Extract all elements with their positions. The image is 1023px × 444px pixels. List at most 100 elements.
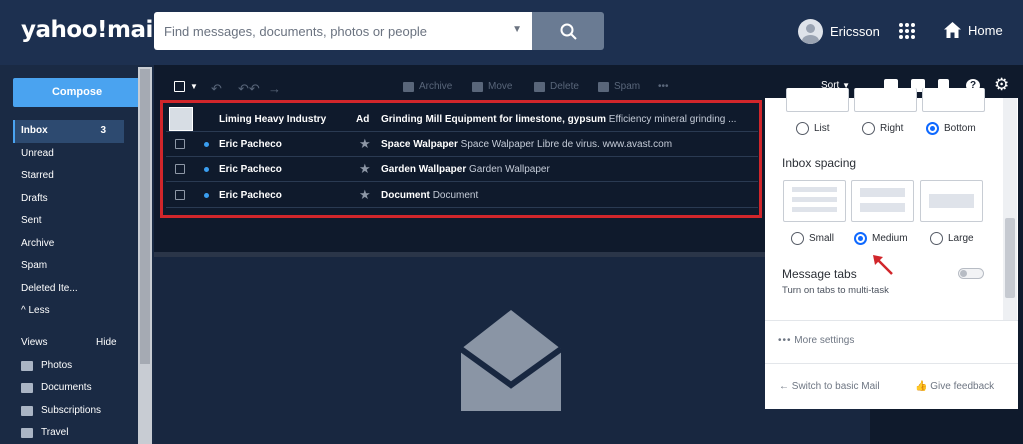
- sidebar-item-drafts[interactable]: Drafts: [13, 188, 124, 211]
- unread-count: 3: [100, 125, 106, 136]
- delete-button[interactable]: Delete: [534, 81, 579, 92]
- view-label: Subscriptions: [41, 405, 102, 416]
- document-icon: [21, 382, 33, 393]
- sidebar-item-sent[interactable]: Sent: [13, 210, 124, 233]
- sidebar-item-archive[interactable]: Archive: [13, 233, 124, 256]
- basic-mail-label: Switch to basic Mail: [791, 381, 880, 392]
- divider: [765, 363, 1018, 364]
- reply-all-icon[interactable]: ↶↶: [238, 81, 260, 97]
- radio-button[interactable]: [930, 232, 943, 245]
- pane-option-right[interactable]: Right: [862, 122, 903, 135]
- sidebar-item-deleted[interactable]: Deleted Ite...: [13, 278, 124, 301]
- search-input[interactable]: Find messages, documents, photos or peop…: [154, 12, 532, 50]
- scrollbar-thumb[interactable]: [140, 69, 150, 364]
- radio-label: Large: [948, 233, 974, 244]
- inbox-spacing-title: Inbox spacing: [782, 156, 857, 170]
- reply-icon[interactable]: ↶: [211, 81, 222, 97]
- hide-views-link[interactable]: Hide: [96, 337, 117, 348]
- travel-icon: [21, 427, 33, 438]
- settings-scrollbar[interactable]: [1003, 98, 1017, 320]
- more-settings-label: More settings: [794, 335, 855, 346]
- spacing-tile-small[interactable]: [783, 180, 846, 222]
- user-menu[interactable]: Ericsson: [798, 19, 880, 44]
- basic-mail-link[interactable]: ← Switch to basic Mail: [779, 381, 880, 392]
- view-documents[interactable]: Documents: [21, 382, 92, 393]
- radio-label: Bottom: [944, 123, 976, 134]
- move-button[interactable]: Move: [472, 81, 512, 92]
- spacing-option-large[interactable]: Large: [930, 232, 974, 245]
- radio-button[interactable]: [854, 232, 867, 245]
- radio-label: Small: [809, 233, 835, 244]
- search-button[interactable]: [532, 12, 604, 50]
- radio-button[interactable]: [862, 122, 875, 135]
- views-label: Views: [21, 337, 48, 348]
- sidebar-item-unread[interactable]: Unread: [13, 143, 124, 166]
- radio-button[interactable]: [796, 122, 809, 135]
- gear-icon[interactable]: ⚙: [994, 75, 1009, 95]
- search-placeholder: Find messages, documents, photos or peop…: [164, 24, 428, 39]
- spam-button[interactable]: Spam: [598, 81, 640, 92]
- yahoo-mail-logo[interactable]: yahoo!mail: [21, 17, 161, 43]
- view-photos[interactable]: Photos: [21, 360, 72, 371]
- feedback-link[interactable]: 👍 Give feedback: [915, 381, 994, 392]
- select-all-checkbox[interactable]: ▼: [174, 81, 198, 92]
- layout-tile-bottom[interactable]: [922, 88, 985, 112]
- sidebar-item-starred[interactable]: Starred: [13, 165, 124, 188]
- radio-label: Medium: [872, 233, 908, 244]
- apps-grid-icon[interactable]: [898, 22, 916, 40]
- sidebar-item-label: Inbox: [21, 125, 48, 136]
- sidebar-item-less[interactable]: ^ Less: [13, 300, 124, 323]
- spacing-tile-large[interactable]: [920, 180, 983, 222]
- archive-button[interactable]: Archive: [403, 81, 452, 92]
- home-label: Home: [968, 22, 1003, 38]
- view-label: Documents: [41, 382, 92, 393]
- radio-label: Right: [880, 123, 904, 134]
- archive-label: Archive: [419, 81, 453, 92]
- scrollbar-thumb[interactable]: [1005, 218, 1015, 298]
- sidebar-item-spam[interactable]: Spam: [13, 255, 124, 278]
- pane-option-list[interactable]: List: [796, 122, 830, 135]
- layout-tile-right[interactable]: [854, 88, 917, 112]
- thumbs-up-icon: 👍: [915, 381, 928, 392]
- more-settings-link[interactable]: ••• More settings: [778, 335, 854, 346]
- shield-icon: [598, 81, 609, 92]
- more-dots-icon: •••: [778, 335, 792, 346]
- sidebar-scrollbar[interactable]: [138, 67, 152, 444]
- envelope-icon: [459, 310, 563, 411]
- spacing-option-small[interactable]: Small: [791, 232, 834, 245]
- home-link[interactable]: Home: [943, 21, 1003, 39]
- radio-button[interactable]: [791, 232, 804, 245]
- compose-button[interactable]: Compose: [13, 78, 141, 107]
- radio-button[interactable]: [926, 122, 939, 135]
- top-bar: yahoo!mail Find messages, documents, pho…: [0, 0, 1023, 65]
- views-header: Views Hide: [21, 337, 121, 348]
- spam-label: Spam: [614, 81, 641, 92]
- settings-panel: List Right Bottom Inbox spacing Small Me…: [765, 88, 1018, 409]
- layout-tile-list[interactable]: [786, 88, 849, 112]
- move-label: Move: [488, 81, 513, 92]
- arrow-left-icon: ←: [779, 381, 789, 392]
- message-tabs-toggle[interactable]: [958, 268, 984, 279]
- radio-label: List: [814, 123, 830, 134]
- spacing-option-medium[interactable]: Medium: [854, 232, 908, 245]
- divider: [765, 320, 1018, 321]
- search-icon: [560, 23, 577, 40]
- view-travel[interactable]: Travel: [21, 427, 68, 438]
- annotation-arrow-icon: [873, 255, 893, 275]
- more-actions-button[interactable]: •••: [658, 81, 669, 92]
- chevron-down-icon[interactable]: ▼: [512, 24, 522, 35]
- avatar: [798, 19, 823, 44]
- photo-icon: [21, 360, 33, 371]
- message-tabs-description: Turn on tabs to multi-task: [782, 285, 889, 296]
- subscriptions-icon: [21, 405, 33, 416]
- pane-option-bottom[interactable]: Bottom: [926, 122, 976, 135]
- sidebar-item-inbox[interactable]: Inbox 3: [13, 120, 124, 143]
- annotation-highlight-box: [160, 100, 762, 218]
- home-icon: [944, 22, 961, 38]
- message-tabs-title: Message tabs: [782, 267, 857, 281]
- sidebar: Compose Inbox 3 Unread Starred Drafts Sen…: [0, 65, 154, 444]
- view-subscriptions[interactable]: Subscriptions: [21, 405, 101, 416]
- trash-icon: [534, 81, 545, 92]
- spacing-tile-medium[interactable]: [851, 180, 914, 222]
- forward-icon[interactable]: →: [268, 81, 281, 96]
